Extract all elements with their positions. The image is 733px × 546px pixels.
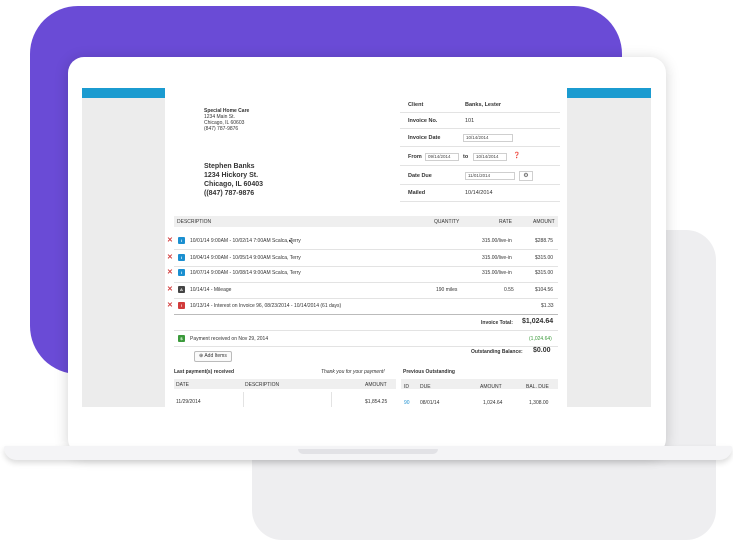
divider bbox=[174, 330, 558, 331]
date-due-label: Date Due bbox=[408, 173, 432, 179]
divider bbox=[400, 128, 560, 129]
bill-to-phone: ((847) 787-9876 bbox=[204, 190, 255, 197]
previous-bal-due: 1,308.00 bbox=[529, 400, 549, 406]
column-id: ID bbox=[404, 384, 409, 390]
help-icon[interactable]: ❓ bbox=[513, 153, 520, 160]
invoice-date-label: Invoice Date bbox=[408, 135, 441, 141]
company-phone: (847) 787-9876 bbox=[204, 126, 239, 132]
divider bbox=[174, 249, 558, 250]
previous-due-date: 08/01/14 bbox=[420, 400, 440, 406]
line-rate: 315.00/live-in bbox=[482, 255, 512, 261]
invoice-number-value: 101 bbox=[465, 118, 475, 124]
person-icon: i bbox=[178, 237, 185, 244]
line-amount: $1.33 bbox=[541, 303, 554, 309]
outstanding-balance-label: Outstanding Balance: bbox=[471, 349, 523, 355]
column-payment-amount: AMOUNT bbox=[365, 382, 387, 388]
outstanding-balance-value: $0.00 bbox=[533, 347, 551, 354]
divider bbox=[400, 184, 560, 185]
to-label: to bbox=[463, 154, 469, 160]
from-label: From bbox=[408, 154, 422, 160]
column-quantity: QUANTITY bbox=[434, 219, 460, 225]
payment-icon: $ bbox=[178, 335, 185, 342]
mailed-value: 10/14/2014 bbox=[465, 190, 493, 196]
invoice-total-label: Invoice Total: bbox=[481, 320, 513, 326]
previous-invoice-link[interactable]: 90 bbox=[404, 400, 410, 406]
divider bbox=[400, 165, 560, 166]
invoice-date-field[interactable]: 10/14/2014 bbox=[463, 134, 513, 142]
mailed-label: Mailed bbox=[408, 190, 426, 196]
line-description: 10/07/14 9:00AM - 10/08/14 9:00AM Scalca… bbox=[190, 270, 301, 276]
payment-amount: (1,024.64) bbox=[529, 336, 552, 342]
mouse-cursor-icon: ↖ bbox=[288, 239, 294, 246]
column-separator bbox=[331, 392, 332, 407]
line-amount: $104.56 bbox=[535, 287, 554, 293]
line-amount: $315.00 bbox=[535, 255, 554, 261]
delete-icon[interactable]: ✕ bbox=[167, 269, 173, 276]
delete-icon[interactable]: ✕ bbox=[167, 302, 173, 309]
client-value: Banks, Lester bbox=[465, 102, 502, 108]
divider bbox=[174, 282, 558, 283]
divider bbox=[174, 346, 558, 347]
delete-icon[interactable]: ✕ bbox=[167, 286, 173, 293]
thank-you-note: Thank you for your payment! bbox=[321, 369, 385, 375]
previous-amount: 1,024.64 bbox=[483, 400, 503, 406]
last-payments-title: Last payment(s) received bbox=[174, 369, 235, 375]
previous-outstanding-title: Previous Outstanding bbox=[403, 369, 455, 375]
to-date-field[interactable]: 10/14/2014 bbox=[473, 153, 507, 161]
invoice-total-value: $1,024.64 bbox=[522, 318, 554, 325]
divider bbox=[174, 314, 558, 315]
invoice-number-label: Invoice No. bbox=[408, 118, 438, 124]
calendar-icon[interactable]: ⚙ bbox=[519, 171, 533, 181]
divider bbox=[174, 298, 558, 299]
column-amount: AMOUNT bbox=[533, 219, 555, 225]
date-due-field[interactable]: 11/01/2014 bbox=[465, 172, 515, 180]
person-icon: i bbox=[178, 254, 185, 261]
add-items-button[interactable]: ⊕ Add Items bbox=[194, 351, 232, 362]
divider bbox=[400, 201, 560, 202]
client-label: Client bbox=[408, 102, 424, 108]
bill-to-address-2: Chicago, IL 60403 bbox=[204, 181, 264, 188]
laptop-notch bbox=[298, 449, 438, 454]
column-prev-amount: AMOUNT bbox=[480, 384, 502, 390]
delete-icon[interactable]: ✕ bbox=[167, 254, 173, 261]
bill-to-address-1: 1234 Hickory St. bbox=[204, 172, 259, 179]
line-description: 10/01/14 9:00AM - 10/02/14 7:00AM Scalca… bbox=[190, 238, 301, 244]
column-date: DATE bbox=[176, 382, 189, 388]
car-icon: A bbox=[178, 286, 185, 293]
line-description: 10/04/14 9:00AM - 10/05/14 9:00AM Scalca… bbox=[190, 255, 301, 261]
line-rate: 315.00/live-in bbox=[482, 238, 512, 244]
payment-date: 11/29/2014 bbox=[176, 399, 201, 405]
column-separator bbox=[243, 392, 244, 407]
bill-to-name: Stephen Banks bbox=[204, 163, 255, 170]
divider bbox=[174, 266, 558, 267]
column-description: DESCRIPTION bbox=[177, 219, 212, 225]
delete-icon[interactable]: ✕ bbox=[167, 237, 173, 244]
plus-icon: ⊕ bbox=[199, 353, 204, 359]
last-payments-header bbox=[174, 379, 396, 389]
line-rate: 0.55 bbox=[504, 287, 514, 293]
invoice-title: INVOICE bbox=[204, 88, 253, 99]
from-date-field[interactable]: 09/14/2014 bbox=[425, 153, 459, 161]
person-icon: i bbox=[178, 269, 185, 276]
add-items-label: Add Items bbox=[204, 353, 227, 359]
line-amount: $288.75 bbox=[535, 238, 554, 244]
column-bal-due: BAL. DUE bbox=[526, 384, 549, 390]
divider bbox=[400, 112, 560, 113]
divider bbox=[400, 146, 560, 147]
invoice-document: INVOICE Special Home Care 1234 Main St. … bbox=[165, 88, 567, 407]
laptop-screen: INVOICE Special Home Care 1234 Main St. … bbox=[82, 88, 651, 407]
line-description: 10/13/14 - Interest on Invoice 96, 08/23… bbox=[190, 303, 342, 309]
line-amount: $315.00 bbox=[535, 270, 554, 276]
interest-icon: ! bbox=[178, 302, 185, 309]
payment-row-amount: $1,854.25 bbox=[365, 399, 388, 405]
column-payment-description: DESCRIPTION bbox=[245, 382, 280, 388]
column-rate: RATE bbox=[499, 219, 512, 225]
line-description: 10/14/14 - Mileage bbox=[190, 287, 232, 293]
line-rate: 315.00/live-in bbox=[482, 270, 512, 276]
column-due: DUE bbox=[420, 384, 431, 390]
payment-description: Payment received on Nov 29, 2014 bbox=[190, 336, 269, 342]
line-quantity: 190 miles bbox=[436, 287, 458, 293]
